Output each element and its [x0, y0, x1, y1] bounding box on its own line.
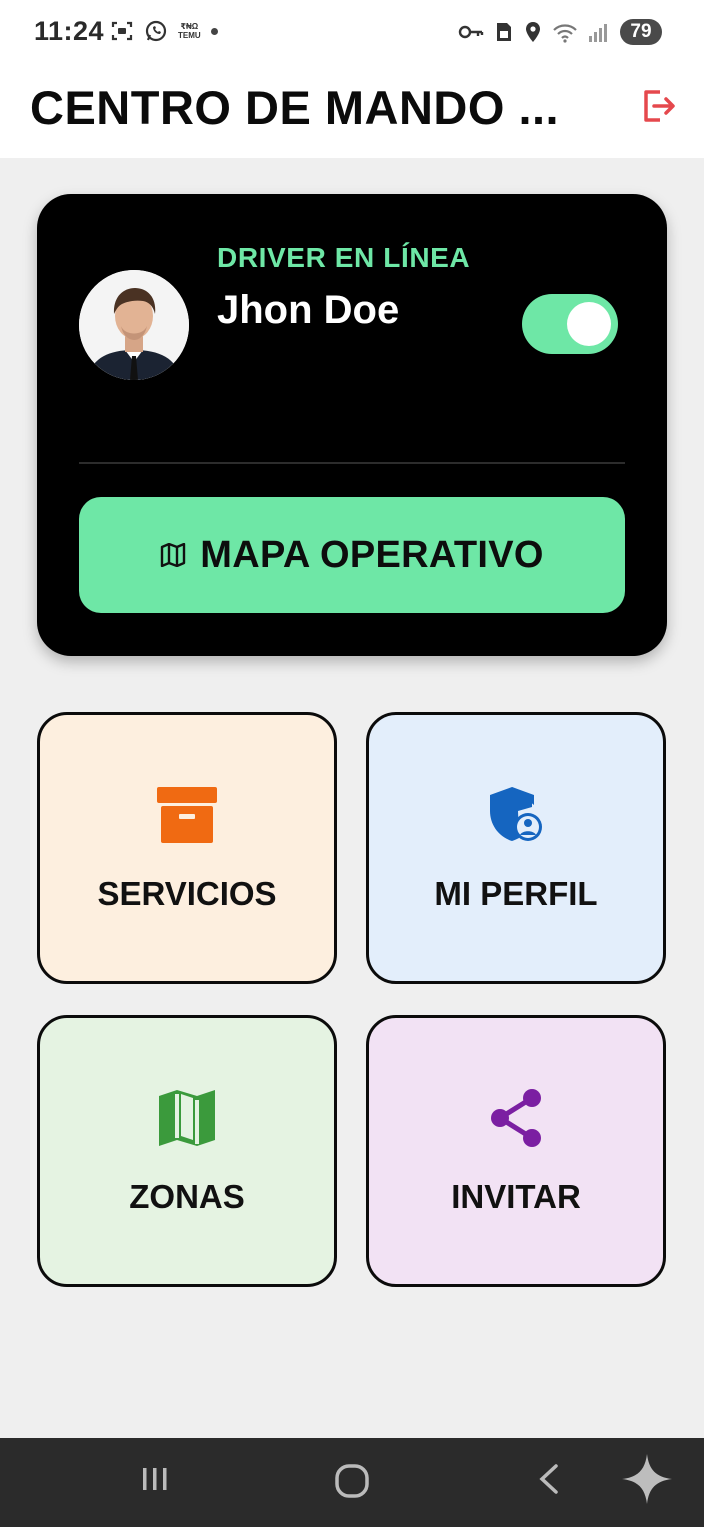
- tile-label: MI PERFIL: [434, 875, 598, 912]
- vpn-key-icon: [458, 25, 484, 39]
- online-toggle[interactable]: [522, 294, 618, 354]
- assistant-button[interactable]: [620, 1452, 674, 1511]
- status-time: 11:24: [34, 16, 105, 46]
- system-icons: 79: [458, 19, 662, 45]
- assistant-icon: [622, 1454, 672, 1504]
- battery-indicator: 79: [620, 19, 662, 45]
- status-bar: 11:24 ₹₦Ω TEMU 79: [0, 0, 704, 66]
- home-button[interactable]: [333, 1462, 371, 1505]
- driver-name: Jhon Doe: [217, 288, 400, 332]
- recents-button[interactable]: [138, 1462, 172, 1501]
- whatsapp-icon: [145, 20, 167, 42]
- tile-label: ZONAS: [129, 1178, 245, 1215]
- toggle-knob: [567, 302, 611, 346]
- logout-icon: [644, 90, 675, 122]
- temu-bottom: TEMU: [178, 31, 201, 40]
- page-title: CENTRO DE MANDO ...: [30, 81, 560, 134]
- recents-icon: [143, 1468, 167, 1490]
- signal-icon: [589, 24, 607, 42]
- back-icon: [539, 1464, 558, 1494]
- driver-status-card: DRIVER EN LÍNEA Jhon Doe MAPA OPERATIVO: [37, 194, 667, 656]
- tile-zonas[interactable]: ZONAS: [37, 1015, 337, 1287]
- more-notifications-dot: [210, 27, 218, 35]
- notification-icons: ₹₦Ω TEMU: [110, 19, 218, 43]
- divider: [79, 462, 625, 464]
- shield-user-icon: [490, 787, 542, 841]
- location-icon: [526, 22, 540, 42]
- tile-mi-perfil[interactable]: MI PERFIL: [366, 712, 666, 984]
- system-navigation-bar: [0, 1438, 704, 1527]
- map-operativo-button[interactable]: MAPA OPERATIVO: [79, 497, 625, 613]
- archive-box-icon: [157, 787, 217, 843]
- online-status-label: DRIVER EN LÍNEA: [217, 242, 471, 273]
- map-button-label: MAPA OPERATIVO: [200, 533, 544, 576]
- wifi-icon: [553, 24, 577, 43]
- temu-notification-icon: ₹₦Ω TEMU: [178, 22, 201, 40]
- app-bar: CENTRO DE MANDO ...: [0, 66, 704, 158]
- home-icon: [335, 1464, 369, 1498]
- tile-label: SERVICIOS: [97, 875, 277, 912]
- logout-button[interactable]: [638, 86, 678, 126]
- temu-top: ₹₦Ω: [180, 22, 199, 31]
- tile-invitar[interactable]: INVITAR: [366, 1015, 666, 1287]
- share-icon: [491, 1089, 541, 1147]
- tile-servicios[interactable]: SERVICIOS: [37, 712, 337, 984]
- driver-photo: [79, 270, 189, 380]
- tile-label: INVITAR: [451, 1178, 581, 1215]
- avatar: [79, 270, 189, 380]
- back-button[interactable]: [532, 1462, 566, 1501]
- map-icon: [159, 1090, 215, 1146]
- map-icon: [161, 543, 186, 567]
- screenshot-icon: [111, 21, 133, 41]
- sim-icon: [497, 23, 511, 41]
